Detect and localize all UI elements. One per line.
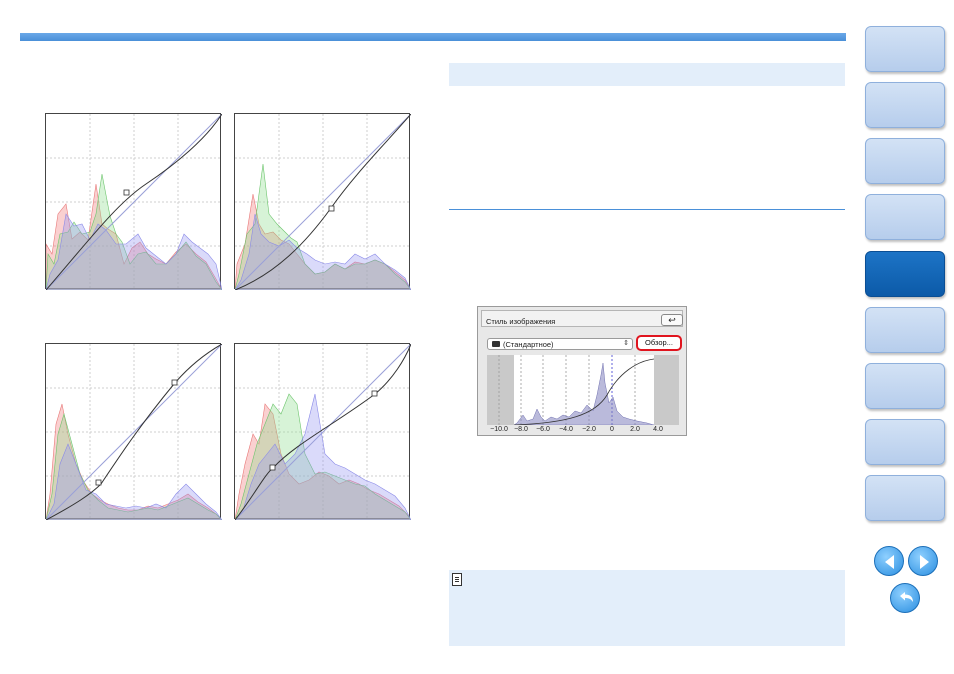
nav-button-5-active[interactable] — [865, 251, 945, 297]
axis-tick: −10.0 — [490, 426, 508, 433]
nav-button-4[interactable] — [865, 194, 945, 240]
nav-button-8[interactable] — [865, 419, 945, 465]
undo-button[interactable]: ↩ — [661, 314, 683, 326]
picture-style-value: (Стандартное) — [503, 340, 554, 349]
section-header-bar — [449, 63, 845, 86]
dialog-header: Стиль изображения — [481, 310, 683, 327]
nav-button-2[interactable] — [865, 82, 945, 128]
axis-tick: 2.0 — [630, 426, 640, 433]
dialog-axis-ticks: −10.0 −8.0 −6.0 −4.0 −2.0 0 2.0 4.0 — [478, 424, 688, 436]
return-button[interactable] — [890, 583, 920, 613]
nav-button-7[interactable] — [865, 363, 945, 409]
dialog-title: Стиль изображения — [486, 317, 556, 326]
tone-curve-panel-4 — [234, 343, 411, 520]
axis-tick: 4.0 — [653, 426, 663, 433]
left-arrow-icon — [885, 555, 894, 569]
browse-button[interactable]: Обзор... — [636, 335, 682, 351]
axis-tick: −6.0 — [536, 426, 550, 433]
dialog-histogram — [487, 355, 679, 425]
nav-button-3[interactable] — [865, 138, 945, 184]
tone-curve-panel-3 — [45, 343, 222, 520]
tone-curve-panel-1 — [45, 113, 222, 290]
note-box — [449, 570, 845, 646]
picture-style-dialog: Стиль изображения ↩ (Стандартное) ⇕ Обзо… — [477, 306, 687, 436]
select-arrows-icon: ⇕ — [623, 340, 629, 347]
axis-tick: −2.0 — [582, 426, 596, 433]
right-arrow-icon — [920, 555, 929, 569]
prev-page-button[interactable] — [874, 546, 904, 576]
return-icon — [900, 592, 913, 602]
next-page-button[interactable] — [908, 546, 938, 576]
picture-style-select[interactable]: (Стандартное) ⇕ — [487, 338, 633, 350]
nav-button-9[interactable] — [865, 475, 945, 521]
top-rule — [20, 33, 846, 41]
tone-curve-panel-2 — [234, 113, 411, 290]
nav-button-1[interactable] — [865, 26, 945, 72]
nav-button-6[interactable] — [865, 307, 945, 353]
memo-icon — [452, 573, 462, 586]
section-divider — [449, 209, 845, 210]
camera-icon — [492, 341, 500, 347]
axis-tick: −8.0 — [514, 426, 528, 433]
axis-tick: 0 — [610, 426, 614, 433]
axis-tick: −4.0 — [559, 426, 573, 433]
